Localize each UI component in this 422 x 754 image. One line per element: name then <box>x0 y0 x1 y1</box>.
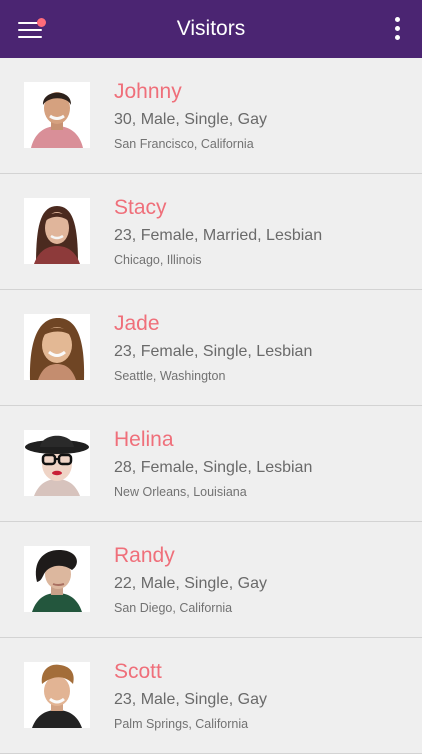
visitor-name: Scott <box>114 660 162 683</box>
visitor-details: 23, Female, Married, Lesbian <box>114 227 323 244</box>
woman-avatar-icon <box>24 314 90 380</box>
man-avatar-icon <box>24 82 90 148</box>
visitor-row[interactable]: Helina 28, Female, Single, Lesbian New O… <box>0 406 422 522</box>
more-options-button[interactable] <box>392 14 404 44</box>
visitor-location: Chicago, Illinois <box>114 253 202 267</box>
visitor-details: 28, Female, Single, Lesbian <box>114 459 313 476</box>
visitor-details: 23, Male, Single, Gay <box>114 691 267 708</box>
man-avatar-icon <box>24 662 90 728</box>
visitor-row[interactable]: Stacy 23, Female, Married, Lesbian Chica… <box>0 174 422 290</box>
visitor-name: Johnny <box>114 80 182 103</box>
visitor-row[interactable]: Randy 22, Male, Single, Gay San Diego, C… <box>0 522 422 638</box>
visitor-details: 30, Male, Single, Gay <box>114 111 267 128</box>
visitor-row[interactable]: Scott 23, Male, Single, Gay Palm Springs… <box>0 638 422 754</box>
visitor-location: Seattle, Washington <box>114 369 226 383</box>
visitor-row[interactable]: Jade 23, Female, Single, Lesbian Seattle… <box>0 290 422 406</box>
woman-avatar-icon <box>24 198 90 264</box>
visitor-location: New Orleans, Louisiana <box>114 485 247 499</box>
woman-hat-glasses-avatar-icon <box>24 430 90 496</box>
visitor-name: Helina <box>114 428 174 451</box>
man-avatar-icon <box>24 546 90 612</box>
visitor-row[interactable]: Johnny 30, Male, Single, Gay San Francis… <box>0 58 422 174</box>
visitor-name: Stacy <box>114 196 167 219</box>
page-title: Visitors <box>176 17 246 40</box>
visitor-name: Randy <box>114 544 175 567</box>
visitor-details: 22, Male, Single, Gay <box>114 575 267 592</box>
visitor-location: San Diego, California <box>114 601 233 615</box>
visitor-name: Jade <box>114 312 160 335</box>
visitor-list: Johnny 30, Male, Single, Gay San Francis… <box>0 58 422 754</box>
app-bar: Visitors <box>0 0 422 58</box>
visitor-location: Palm Springs, California <box>114 717 249 731</box>
visitor-location: San Francisco, California <box>114 137 254 151</box>
visitor-details: 23, Female, Single, Lesbian <box>114 343 313 360</box>
